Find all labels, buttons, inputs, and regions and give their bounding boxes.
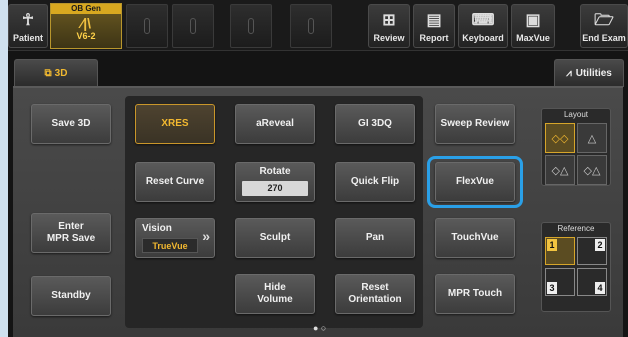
probe-slot-icon: [248, 18, 254, 34]
enter-mpr-save-button[interactable]: Enter MPR Save: [31, 213, 111, 253]
folder-icon: 🗁: [594, 12, 614, 29]
tab-3d-label: 3D: [54, 68, 68, 79]
end-exam-button[interactable]: 🗁 End Exam: [580, 4, 628, 48]
sculpt-button[interactable]: Sculpt: [235, 218, 315, 258]
rotate-value: 270: [242, 181, 308, 196]
reference-number: 1: [547, 239, 557, 251]
probe-name: V6-2: [76, 31, 96, 41]
chevron-right-icon: »: [202, 228, 210, 244]
end-exam-label: End Exam: [582, 33, 626, 43]
tab-utilities[interactable]: ⩘ Utilities: [554, 59, 624, 87]
patient-button[interactable]: ☥ Patient: [8, 4, 48, 48]
waveform-icon: ⩘: [566, 68, 572, 79]
areveal-button[interactable]: aReveal: [235, 104, 315, 144]
probe-slot-empty[interactable]: [172, 4, 214, 48]
layout-single-option[interactable]: △: [577, 123, 607, 153]
probe-slot-icon: [190, 18, 196, 34]
touchvue-button[interactable]: TouchVue: [435, 218, 515, 258]
reference-title: Reference: [557, 224, 595, 233]
triple-fan-icon: ◇△: [583, 164, 601, 177]
quad-fan-icon: ◇◇: [551, 132, 569, 145]
reference-number: 4: [595, 282, 605, 294]
review-button[interactable]: ⊞ Review: [368, 4, 410, 48]
probe-slot-empty[interactable]: [126, 4, 168, 48]
top-toolbar: ☥ Patient OB Gen ⁄|\ V6-2 ⊞ Review ▤ Rep…: [8, 0, 628, 51]
probe-slot-icon: [144, 18, 150, 34]
hide-volume-button[interactable]: Hide Volume: [235, 274, 315, 314]
reset-orientation-button[interactable]: Reset Orientation: [335, 274, 415, 314]
rotate-control[interactable]: Rotate 270: [235, 162, 315, 202]
dual-fan-icon: ◇△: [551, 164, 569, 177]
maxvue-label: MaxVue: [516, 33, 550, 43]
layout-group: Layout ◇◇ △ ◇△ ◇△: [541, 108, 611, 186]
cube-icon: ⧉: [44, 68, 52, 79]
patient-icon: ☥: [22, 12, 34, 29]
tab-3d[interactable]: ⧉ 3D: [14, 59, 98, 87]
xres-button[interactable]: XRES: [135, 104, 215, 144]
standby-button[interactable]: Standby: [31, 276, 111, 316]
vision-control[interactable]: Vision TrueVue »: [135, 218, 215, 258]
reference-option-4[interactable]: 4: [577, 268, 607, 296]
reference-group: Reference 1 2 3 4: [541, 222, 611, 312]
patient-label: Patient: [12, 33, 43, 43]
probe-fan-icon: ⁄|\: [80, 15, 92, 31]
ultrasound-screen: ☥ Patient OB Gen ⁄|\ V6-2 ⊞ Review ▤ Rep…: [8, 0, 628, 337]
keyboard-button[interactable]: ⌨ Keyboard: [458, 4, 508, 48]
save-3d-button[interactable]: Save 3D: [31, 104, 111, 144]
report-button[interactable]: ▤ Report: [413, 4, 455, 48]
reset-curve-button[interactable]: Reset Curve: [135, 162, 215, 202]
gi-3dq-button[interactable]: GI 3DQ: [335, 104, 415, 144]
grid-icon: ⊞: [382, 12, 396, 29]
layout-quad-option[interactable]: ◇◇: [545, 123, 575, 153]
probe-preset: OB Gen: [51, 4, 121, 14]
layout-triple-option[interactable]: ◇△: [577, 155, 607, 185]
pan-button[interactable]: Pan: [335, 218, 415, 258]
vision-label: Vision: [142, 223, 172, 234]
flexvue-button[interactable]: FlexVue: [435, 162, 515, 202]
layout-dual-option[interactable]: ◇△: [545, 155, 575, 185]
active-probe-button[interactable]: OB Gen ⁄|\ V6-2: [50, 3, 122, 49]
document-icon: ▤: [426, 12, 442, 29]
report-label: Report: [419, 33, 449, 43]
keyboard-icon: ⌨: [471, 12, 495, 29]
tab-utilities-label: Utilities: [575, 68, 612, 79]
vision-value: TrueVue: [142, 238, 198, 253]
page-indicator[interactable]: ● ○: [313, 323, 326, 333]
reference-option-1[interactable]: 1: [545, 237, 575, 265]
tab-row: ⧉ 3D ⩘ Utilities: [8, 57, 628, 87]
controls-panel: Save 3D Enter MPR Save Standby XRES aRev…: [13, 86, 623, 337]
maxvue-button[interactable]: ▣ MaxVue: [511, 4, 555, 48]
probe-slot-empty[interactable]: [290, 4, 332, 48]
reference-option-2[interactable]: 2: [577, 237, 607, 265]
quick-flip-button[interactable]: Quick Flip: [335, 162, 415, 202]
reference-number: 2: [595, 239, 605, 251]
layout-title: Layout: [563, 110, 589, 119]
mpr-touch-button[interactable]: MPR Touch: [435, 274, 515, 314]
probe-slot-empty[interactable]: [230, 4, 272, 48]
review-label: Review: [373, 33, 405, 43]
probe-slot-icon: [308, 18, 314, 34]
reference-number: 3: [547, 282, 557, 294]
rotate-label: Rotate: [259, 166, 291, 177]
maxvue-icon: ▣: [525, 12, 541, 29]
reference-option-3[interactable]: 3: [545, 268, 575, 296]
sweep-review-button[interactable]: Sweep Review: [435, 104, 515, 144]
fan-icon: △: [587, 132, 597, 145]
keyboard-label: Keyboard: [462, 33, 504, 43]
